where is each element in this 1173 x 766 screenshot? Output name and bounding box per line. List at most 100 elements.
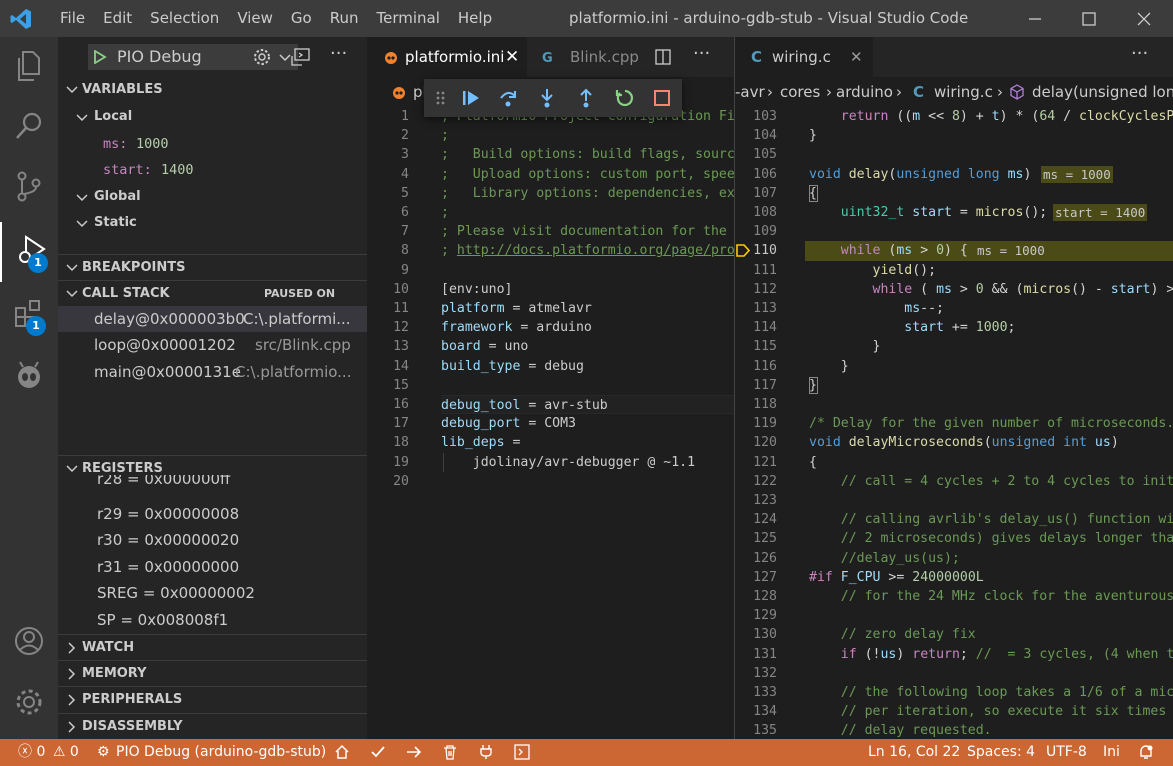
start-debug-icon[interactable] [93, 50, 107, 64]
pio-serial-monitor-icon[interactable] [478, 744, 494, 760]
activity-settings[interactable] [0, 673, 58, 733]
register-row[interactable]: r30 = 0x00000020 [58, 527, 367, 553]
menu-bar: File Edit Selection View Go Run Terminal… [51, 0, 501, 37]
disassembly-section-header[interactable]: DISASSEMBLY [58, 713, 367, 739]
close-tab-icon[interactable]: ✕ [505, 37, 519, 77]
callstack-title: CALL STACK [82, 286, 170, 301]
callstack-frame[interactable]: loop@0x00001202 src/Blink.cpp [58, 332, 367, 358]
step-into-icon[interactable] [537, 88, 557, 108]
chevron-down-icon [76, 194, 88, 202]
pio-clean-icon[interactable] [442, 744, 458, 760]
step-over-icon[interactable] [498, 88, 518, 108]
minimize-button[interactable] [1012, 0, 1058, 37]
cursor-position[interactable]: Ln 16, Col 22 [868, 739, 960, 766]
code-line: //delay_us(us); [809, 550, 960, 566]
callstack-frame[interactable]: main@0x0000131e C:\.platformio... [58, 359, 367, 385]
register-row[interactable]: SP = 0x008008f1 [58, 607, 367, 633]
callstack-frame[interactable]: delay@0x000003b0 C:\.platformi... [58, 306, 367, 332]
code-line: ; Upload options: custom port, speed and… [441, 166, 734, 182]
variable-row[interactable]: start: 1400 [58, 157, 367, 183]
language-mode[interactable]: Ini [1103, 739, 1120, 766]
register-row[interactable]: r29 = 0x00000008 [58, 501, 367, 527]
register-row[interactable]: r28 = 0x000000ff [58, 475, 367, 495]
activity-accounts[interactable] [0, 612, 58, 672]
code-line: [env:uno] [441, 281, 513, 297]
menu-terminal[interactable]: Terminal [368, 0, 449, 37]
variables-section-header[interactable]: VARIABLES [58, 77, 367, 103]
line-number: 2 [401, 128, 409, 144]
pio-terminal-icon[interactable] [514, 744, 530, 760]
platformio-alien-icon [18, 361, 40, 388]
activity-platformio[interactable] [0, 347, 58, 407]
pio-upload-icon[interactable] [406, 744, 422, 760]
menu-file[interactable]: File [51, 0, 94, 37]
breadcrumb-segment[interactable]: cores [780, 77, 820, 107]
register-row[interactable]: SREG = 0x00000002 [58, 580, 367, 606]
menu-run[interactable]: Run [321, 0, 368, 37]
debug-status-icon: ⚙ [97, 744, 110, 760]
breadcrumb-file[interactable]: wiring.c [934, 77, 993, 107]
menu-view[interactable]: View [228, 0, 282, 37]
close-window-button[interactable] [1121, 0, 1167, 37]
activity-explorer[interactable] [0, 37, 58, 97]
variables-global-scope[interactable]: Global [58, 184, 367, 210]
code-line: debug_port = COM3 [441, 416, 576, 432]
code-line: // zero delay fix [809, 627, 976, 643]
line-number: 134 [753, 704, 777, 720]
notifications-bell-icon[interactable] [1138, 744, 1154, 760]
more-actions-icon[interactable]: ··· [1131, 43, 1148, 64]
menu-help[interactable]: Help [449, 0, 501, 37]
tab-blink-cpp[interactable]: G Blink.cpp [527, 37, 647, 77]
chevron-down-icon [66, 86, 78, 94]
split-editor-icon[interactable] [655, 49, 671, 65]
register-row[interactable]: r31 = 0x00000000 [58, 554, 367, 580]
pio-home-icon[interactable] [334, 744, 350, 760]
breadcrumb-symbol[interactable]: delay(unsigned long [1032, 77, 1173, 107]
line-number: 112 [753, 281, 777, 297]
variables-local-scope[interactable]: Local [58, 104, 367, 130]
callstack-section-header[interactable]: CALL STACK PAUSED ON STEP [58, 280, 367, 326]
restart-icon[interactable] [615, 88, 635, 108]
tab-platformio-ini[interactable]: platformio.ini ✕ [367, 37, 527, 77]
variables-static-scope[interactable]: Static [58, 210, 367, 236]
close-icon [1137, 12, 1151, 26]
step-out-icon[interactable] [576, 88, 596, 108]
code-line: { [809, 185, 817, 201]
problems-status[interactable]: ⓧ 0 ⚠ 0 [18, 739, 79, 766]
code-line: // for the 24 MHz clock for the aventuro… [840, 589, 1173, 604]
activity-extensions[interactable]: 1 [0, 285, 58, 345]
title-bar: File Edit Selection View Go Run Terminal… [0, 0, 1173, 37]
menu-go[interactable]: Go [282, 0, 321, 37]
breakpoints-section-header[interactable]: BREAKPOINTS [58, 254, 367, 280]
tab-wiring-c[interactable]: C wiring.c ✕ [735, 37, 873, 77]
more-actions-icon[interactable]: ··· [330, 43, 347, 64]
drag-handle-icon[interactable] [436, 91, 446, 105]
debug-settings-icon[interactable] [253, 48, 271, 66]
close-tab-icon[interactable]: ✕ [850, 37, 863, 77]
line-number: 110 [753, 243, 777, 259]
debug-console-icon[interactable] [290, 48, 310, 66]
peripherals-section-header[interactable]: PERIPHERALS [58, 686, 367, 712]
encoding-status[interactable]: UTF-8 [1046, 739, 1087, 766]
breadcrumb-segment[interactable]: arduino [836, 77, 893, 107]
menu-edit[interactable]: Edit [94, 0, 141, 37]
variable-value: 1400 [161, 162, 194, 178]
watch-section-header[interactable]: WATCH [58, 634, 367, 660]
debug-session-status[interactable]: ⚙ PIO Debug (arduino-gdb-stub) [97, 739, 326, 766]
variable-row[interactable]: ms: 1000 [58, 131, 367, 157]
chevron-right-icon [68, 642, 76, 654]
activity-search[interactable] [0, 97, 58, 157]
activity-source-control[interactable] [0, 157, 58, 217]
indentation-status[interactable]: Spaces: 4 [967, 739, 1035, 766]
memory-section-header[interactable]: MEMORY [58, 660, 367, 686]
activity-run-debug[interactable]: 1 [0, 222, 58, 282]
stop-icon[interactable] [652, 88, 672, 108]
pio-build-icon[interactable] [370, 744, 386, 760]
menu-selection[interactable]: Selection [141, 0, 228, 37]
continue-icon[interactable] [461, 88, 481, 108]
more-actions-icon[interactable]: ··· [693, 43, 710, 64]
breadcrumb-segment[interactable]: -avr [735, 77, 765, 107]
maximize-button[interactable] [1066, 0, 1112, 37]
inline-value-badge: ms = 1000 [1041, 165, 1113, 183]
